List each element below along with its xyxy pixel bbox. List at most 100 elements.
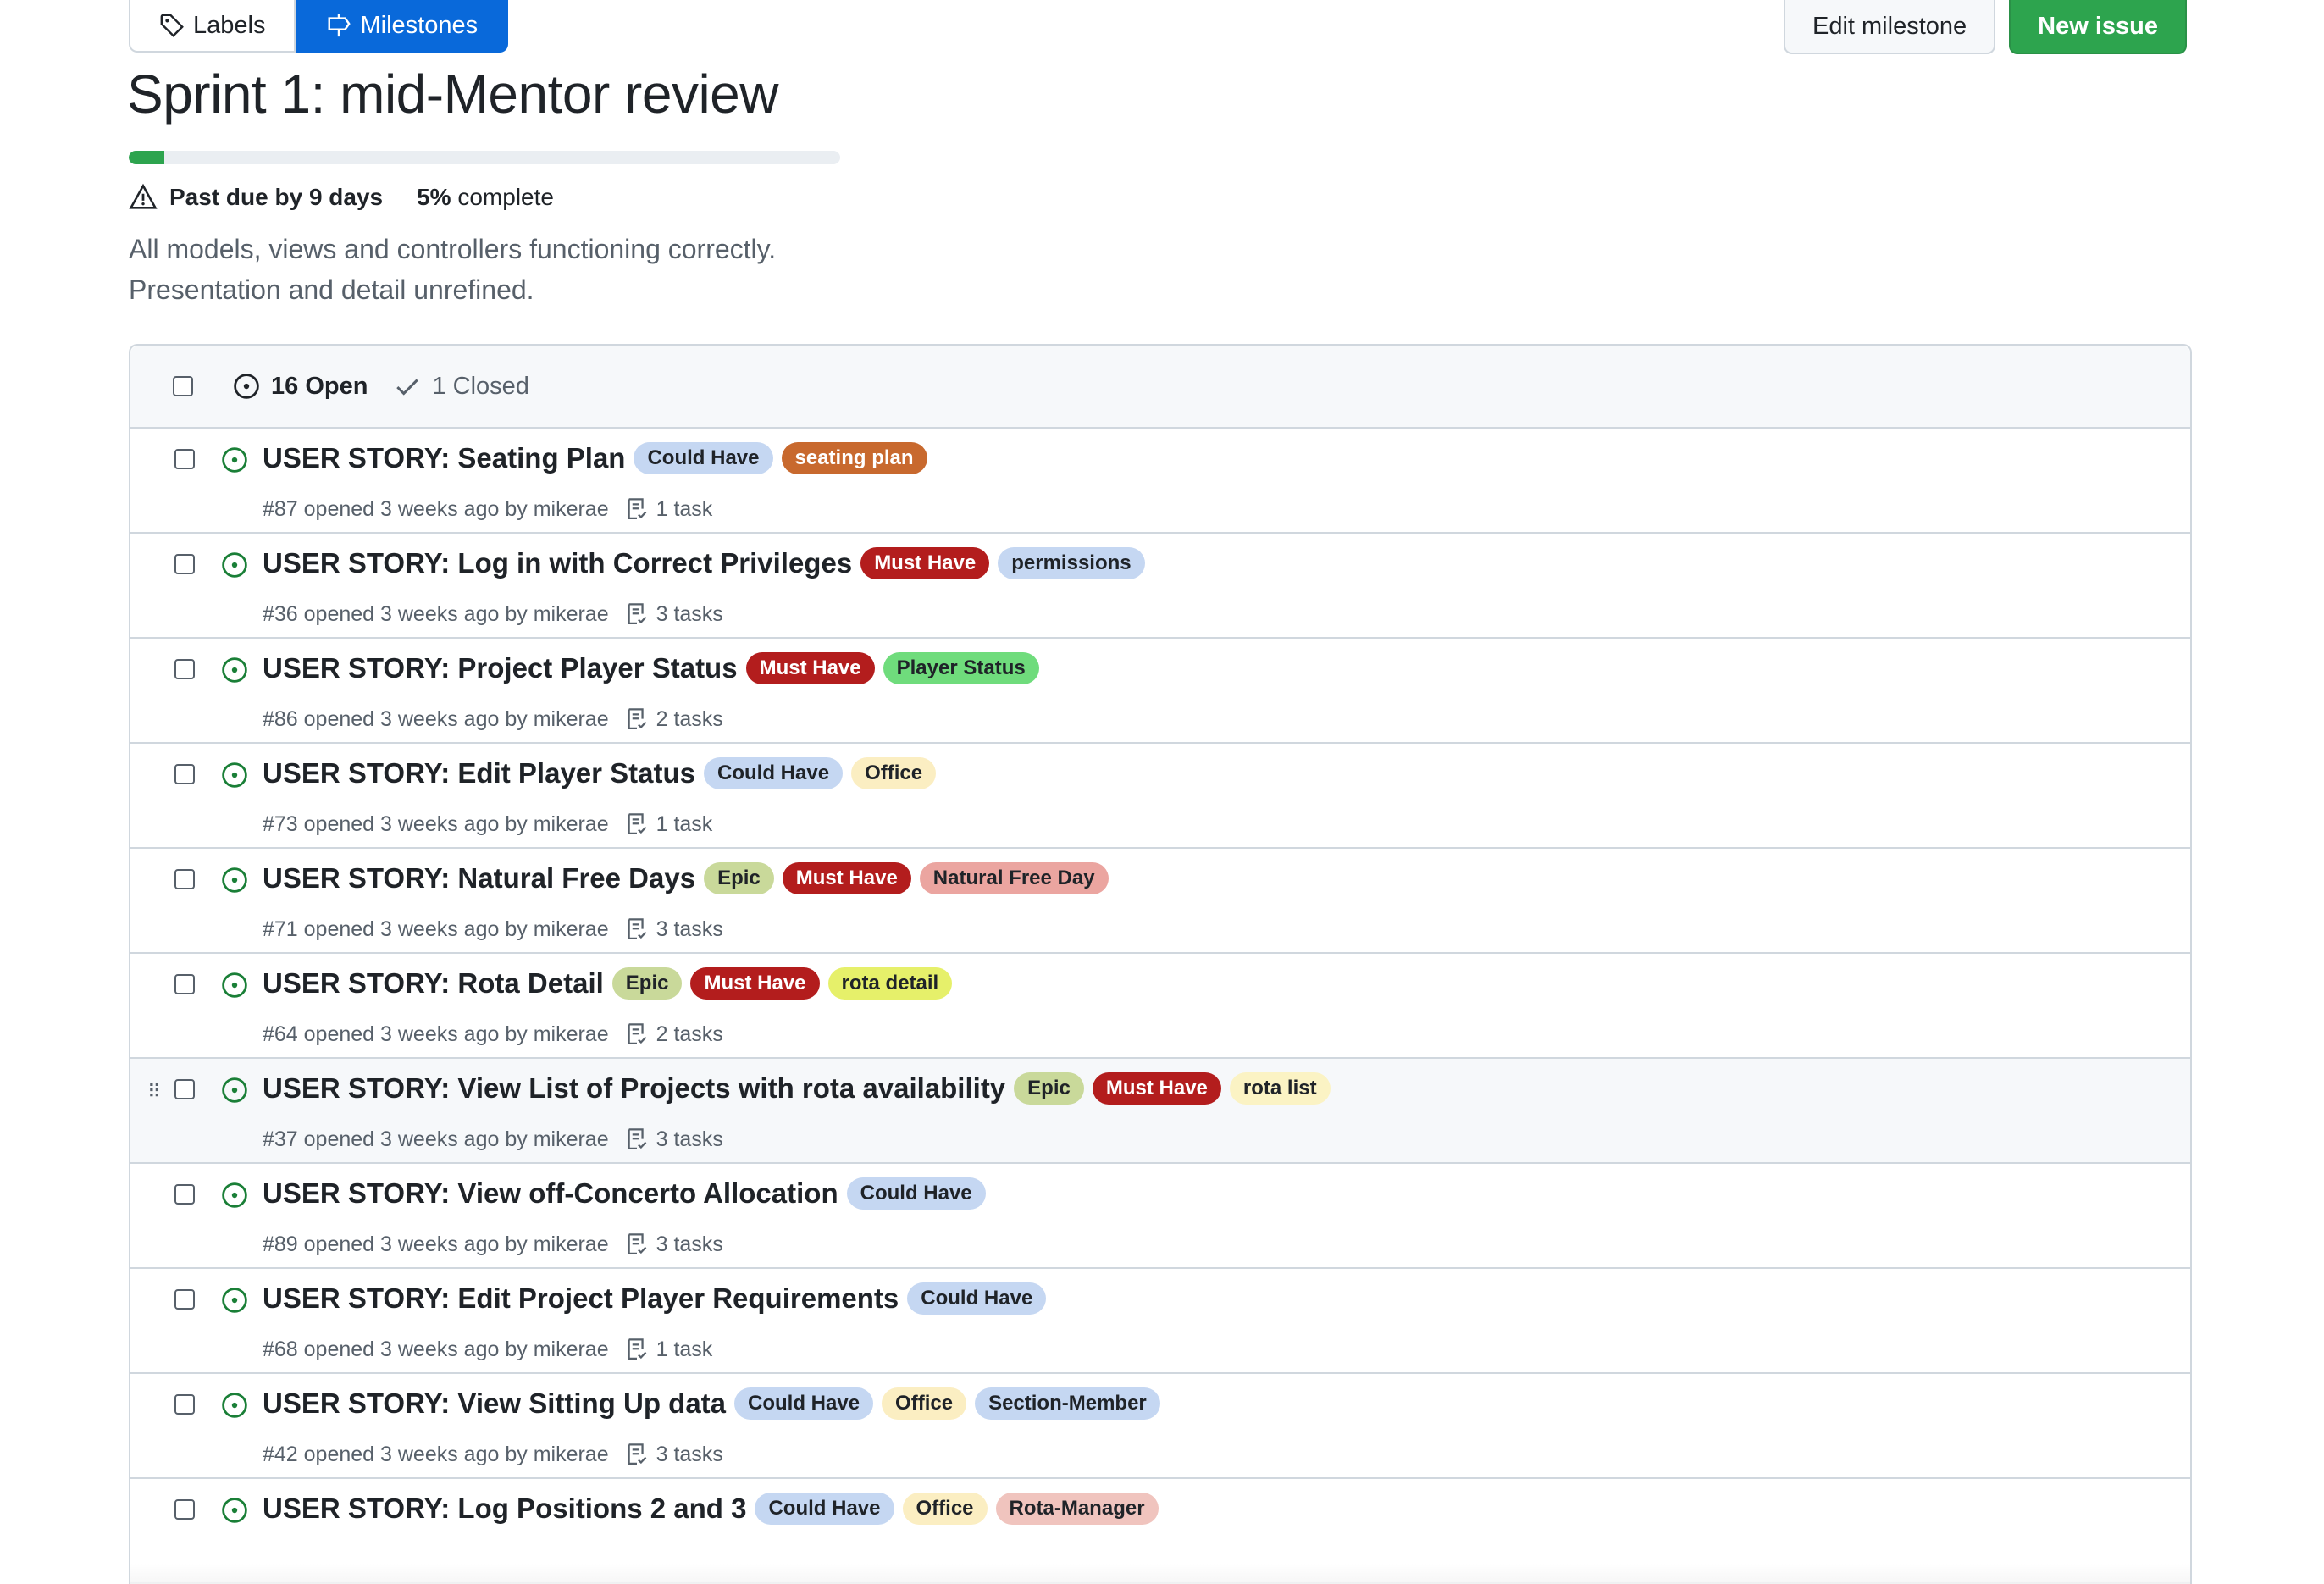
tasklist-icon <box>628 1023 646 1044</box>
issue-row[interactable]: USER STORY: Seating Plan Could Have seatin… <box>130 429 2190 534</box>
issue-checkbox[interactable] <box>174 974 195 994</box>
issue-opened-info: #89 opened 3 weeks ago by mikerae <box>263 1232 609 1256</box>
issue-row[interactable]: USER STORY: Log in with Correct Privileg… <box>130 534 2190 639</box>
issue-open-icon <box>222 657 247 683</box>
issue-label[interactable]: Could Have <box>907 1282 1047 1315</box>
issue-checkbox[interactable] <box>174 1079 195 1099</box>
issue-opened-info: #64 opened 3 weeks ago by mikerae <box>263 1022 609 1046</box>
issue-title-line: USER STORY: Rota Detail Epic Must Have rota… <box>263 967 960 1000</box>
milestone-meta: Past due by 9 days 5% complete <box>129 183 554 212</box>
closed-filter[interactable]: 1 Closed <box>393 372 529 401</box>
issue-title-link[interactable]: USER STORY: View Sitting Up data <box>263 1387 726 1420</box>
issue-title-link[interactable]: USER STORY: Edit Player Status <box>263 757 695 789</box>
new-issue-button[interactable]: New issue <box>2009 0 2187 54</box>
issue-title-link[interactable]: USER STORY: Seating Plan <box>263 442 625 474</box>
issue-title-link[interactable]: USER STORY: View off-Concerto Allocation <box>263 1177 838 1210</box>
issue-title-link[interactable]: USER STORY: Rota Detail <box>263 967 604 1000</box>
issue-checkbox[interactable] <box>174 554 195 574</box>
tasklist-icon <box>628 498 646 519</box>
issue-label[interactable]: Natural Free Day <box>919 862 1109 894</box>
issue-label[interactable]: Office <box>851 757 937 789</box>
issue-label[interactable]: Must Have <box>690 967 820 1000</box>
issue-checkbox[interactable] <box>174 1394 195 1415</box>
issue-label[interactable]: Could Have <box>734 1387 874 1420</box>
select-all-checkbox[interactable] <box>173 376 193 396</box>
issue-meta: #89 opened 3 weeks ago by mikerae 3 tasks <box>263 1232 723 1257</box>
issue-opened-info: #87 opened 3 weeks ago by mikerae <box>263 496 609 521</box>
issue-checkbox[interactable] <box>174 1289 195 1310</box>
alert-icon <box>129 183 158 209</box>
issue-label[interactable]: Office <box>882 1387 967 1420</box>
issue-label[interactable]: Could Have <box>704 757 844 789</box>
issue-title-link[interactable]: USER STORY: Edit Project Player Requirem… <box>263 1282 899 1315</box>
issue-label[interactable]: Could Have <box>846 1177 986 1210</box>
drag-handle-icon[interactable]: ⠿ <box>147 1083 161 1101</box>
issue-row[interactable]: USER STORY: Project Player Status Must Ha… <box>130 639 2190 744</box>
issue-label[interactable]: Epic <box>1014 1072 1084 1105</box>
header-actions: Edit milestone New issue <box>1784 0 2187 54</box>
issue-label[interactable]: permissions <box>998 547 1145 579</box>
issue-checkbox[interactable] <box>174 1184 195 1205</box>
issue-row[interactable]: USER STORY: Edit Player Status Could Have… <box>130 744 2190 849</box>
description-line-2: Presentation and detail unrefined. <box>129 274 534 305</box>
issue-title-line: USER STORY: Edit Player Status Could Have… <box>263 757 944 789</box>
issue-label[interactable]: rota detail <box>827 967 953 1000</box>
issue-checkbox[interactable] <box>174 1499 195 1520</box>
milestones-tab[interactable]: Milestones <box>296 0 509 53</box>
issue-row[interactable]: USER STORY: View Sitting Up data Could Ha… <box>130 1374 2190 1479</box>
completion-percent: 5% <box>417 184 451 210</box>
issue-row[interactable]: USER STORY: Natural Free Days Epic Must Ha… <box>130 849 2190 954</box>
tasklist-icon <box>628 918 646 939</box>
issue-checkbox[interactable] <box>174 659 195 679</box>
issue-opened-info: #71 opened 3 weeks ago by mikerae <box>263 917 609 941</box>
open-filter[interactable]: 16 Open <box>232 372 368 401</box>
milestones-tab-label: Milestones <box>360 11 479 39</box>
issue-meta: #73 opened 3 weeks ago by mikerae 1 task <box>263 811 712 837</box>
issue-label[interactable]: Section-Member <box>975 1387 1160 1420</box>
issue-task-count: 2 tasks <box>656 1022 723 1046</box>
edit-milestone-button[interactable]: Edit milestone <box>1784 0 1996 54</box>
issue-label[interactable]: rota list <box>1229 1072 1331 1105</box>
issue-title-link[interactable]: USER STORY: Log Positions 2 and 3 <box>263 1493 746 1525</box>
issue-row[interactable]: USER STORY: Edit Project Player Requirem… <box>130 1269 2190 1374</box>
issue-title-link[interactable]: USER STORY: Log in with Correct Privileg… <box>263 547 852 579</box>
issue-checkbox[interactable] <box>174 449 195 469</box>
issue-open-icon <box>222 1393 247 1418</box>
issue-open-icon <box>222 1498 247 1523</box>
issue-open-icon <box>222 1077 247 1103</box>
issue-title-line: USER STORY: Project Player Status Must Ha… <box>263 652 1048 684</box>
issue-label[interactable]: Could Have <box>755 1493 894 1525</box>
closed-count: 1 Closed <box>432 372 529 400</box>
issues-list: 16 Open 1 Closed USER STORY: Seating Pla… <box>129 344 2192 1584</box>
labels-tab[interactable]: Labels <box>129 0 296 53</box>
issue-label[interactable]: seating plan <box>781 442 927 474</box>
issue-label[interactable]: Rota-Manager <box>995 1493 1159 1525</box>
issue-label[interactable]: Could Have <box>634 442 773 474</box>
issue-title-line: USER STORY: Natural Free Days Epic Must Ha… <box>263 862 1117 894</box>
issue-label[interactable]: Must Have <box>782 862 911 894</box>
issue-task-count: 3 tasks <box>656 1232 723 1256</box>
tag-icon <box>160 14 184 37</box>
issue-label[interactable]: Must Have <box>745 652 875 684</box>
issue-checkbox[interactable] <box>174 764 195 784</box>
issue-label[interactable]: Office <box>902 1493 988 1525</box>
issue-title-line: USER STORY: Edit Project Player Requirem… <box>263 1282 1054 1315</box>
open-count: 16 Open <box>271 372 368 400</box>
issue-row[interactable]: ⠿ USER STORY: View List of Projects with … <box>130 1059 2190 1164</box>
issue-title-link[interactable]: USER STORY: Project Player Status <box>263 652 738 684</box>
issue-checkbox[interactable] <box>174 869 195 889</box>
issue-label[interactable]: Epic <box>611 967 683 1000</box>
issue-label[interactable]: Must Have <box>1092 1072 1221 1105</box>
issue-title-link[interactable]: USER STORY: View List of Projects with r… <box>263 1072 1005 1105</box>
issue-open-icon <box>234 374 259 399</box>
issue-row[interactable]: USER STORY: Rota Detail Epic Must Have rota… <box>130 954 2190 1059</box>
issue-title-link[interactable]: USER STORY: Natural Free Days <box>263 862 695 894</box>
issue-label[interactable]: Must Have <box>860 547 990 579</box>
issue-open-icon <box>222 867 247 893</box>
milestone-icon <box>329 14 351 37</box>
issue-row[interactable]: USER STORY: View off-Concerto Allocation… <box>130 1164 2190 1269</box>
issue-meta: #42 opened 3 weeks ago by mikerae 3 tasks <box>263 1442 723 1467</box>
issue-label[interactable]: Epic <box>704 862 774 894</box>
issue-label[interactable]: Player Status <box>883 652 1039 684</box>
completion-word: complete <box>457 184 554 210</box>
